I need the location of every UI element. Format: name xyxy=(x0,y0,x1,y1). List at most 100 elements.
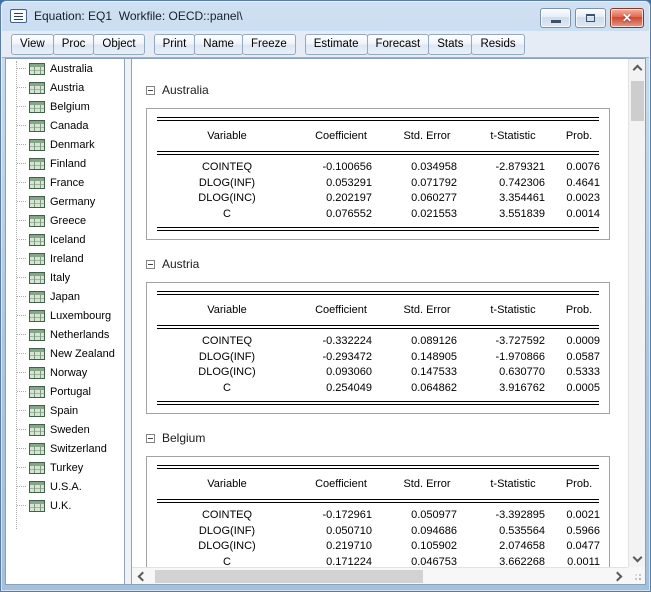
collapse-toggle-icon[interactable] xyxy=(146,259,155,269)
restore-button[interactable] xyxy=(575,8,606,28)
column-header: Prob. xyxy=(565,304,593,316)
toolbar-button-forecast[interactable]: Forecast xyxy=(366,33,430,55)
sidebar-item-netherlands[interactable]: Netherlands xyxy=(6,325,124,344)
scroll-left-icon[interactable] xyxy=(137,571,148,581)
vertical-scrollbar[interactable] xyxy=(628,59,645,567)
double-rule xyxy=(157,227,599,231)
column-header: Std. Error xyxy=(403,130,451,142)
sidebar-item-germany[interactable]: Germany xyxy=(6,192,124,211)
sidebar-item-new-zealand[interactable]: New Zealand xyxy=(6,344,124,363)
sidebar-item-greece[interactable]: Greece xyxy=(6,211,124,230)
toolbar-button-object[interactable]: Object xyxy=(93,33,145,55)
collapse-toggle-icon[interactable] xyxy=(146,433,155,443)
sidebar-item-belgium[interactable]: Belgium xyxy=(6,97,124,116)
tree-connector xyxy=(17,277,26,278)
value-cell: 0.050710 xyxy=(326,524,372,537)
scroll-right-icon[interactable] xyxy=(612,571,623,581)
sidebar-item-finland[interactable]: Finland xyxy=(6,154,124,173)
sidebar-item-france[interactable]: France xyxy=(6,173,124,192)
value-cell: 0.5966 xyxy=(566,524,600,537)
sidebar-item-australia[interactable]: Australia xyxy=(6,59,124,78)
client-area: Australia Austria Belgium Canada Denmark Finl… xyxy=(5,58,646,585)
resize-grip[interactable] xyxy=(628,567,645,584)
toolbar-button-resids[interactable]: Resids xyxy=(471,33,525,55)
column-header: t-Statistic xyxy=(490,304,536,316)
sidebar-item-switzerland[interactable]: Switzerland xyxy=(6,439,124,458)
sidebar-item-luxembourg[interactable]: Luxembourg xyxy=(6,306,124,325)
collapse-toggle-icon[interactable] xyxy=(146,85,155,95)
sidebar-item-italy[interactable]: Italy xyxy=(6,268,124,287)
toolbar-button-stats[interactable]: Stats xyxy=(428,33,473,55)
sidebar-item-ireland[interactable]: Ireland xyxy=(6,249,124,268)
horizontal-scrollbar[interactable] xyxy=(132,567,628,584)
value-cell: 0.0021 xyxy=(566,509,600,521)
sidebar-item-iceland[interactable]: Iceland xyxy=(6,230,124,249)
table-row: C 0.254049 0.064862 3.916762 0.0005 xyxy=(157,381,601,397)
tree-connector xyxy=(17,201,26,202)
value-cell: -1.970866 xyxy=(495,350,545,363)
double-rule xyxy=(157,151,599,155)
toolbar-button-name[interactable]: Name xyxy=(194,33,243,55)
tree-connector xyxy=(17,258,26,259)
close-button[interactable]: ✕ xyxy=(610,8,644,28)
series-table-icon xyxy=(29,214,45,227)
column-header: Variable xyxy=(207,478,247,490)
value-cell: 0.171224 xyxy=(326,555,372,568)
sidebar-item-denmark[interactable]: Denmark xyxy=(6,135,124,154)
toolbar-button-estimate[interactable]: Estimate xyxy=(304,33,368,55)
value-cell: 0.021553 xyxy=(411,207,457,220)
value-cell: 0.148905 xyxy=(411,350,457,363)
sidebar-item-japan[interactable]: Japan xyxy=(6,287,124,306)
toolbar-group: Estimate Forecast Stats Resids xyxy=(304,33,525,55)
sidebar-item-label: Luxembourg xyxy=(50,309,112,322)
value-cell: 2.074658 xyxy=(499,540,545,552)
tree-connector xyxy=(17,68,26,69)
variable-cell: DLOG(INC) xyxy=(198,540,256,552)
tree-connector xyxy=(17,220,26,221)
scroll-down-icon[interactable] xyxy=(632,552,642,563)
sidebar-item-sweden[interactable]: Sweden xyxy=(6,420,124,439)
value-cell: 0.060277 xyxy=(411,192,457,204)
sidebar-item-label: U.K. xyxy=(50,499,72,512)
sidebar-item-u-k[interactable]: U.K. xyxy=(6,496,124,515)
tree-connector xyxy=(17,315,26,316)
sidebar-item-portugal[interactable]: Portugal xyxy=(6,382,124,401)
value-cell: 3.551839 xyxy=(499,207,545,220)
sidebar-item-spain[interactable]: Spain xyxy=(6,401,124,420)
toolbar-button-freeze[interactable]: Freeze xyxy=(241,33,296,55)
value-cell: -0.100656 xyxy=(322,161,372,173)
sidebar-item-u-s-a[interactable]: U.S.A. xyxy=(6,477,124,496)
series-table-icon xyxy=(29,442,45,455)
sidebar-item-turkey[interactable]: Turkey xyxy=(6,458,124,477)
pane-splitter[interactable] xyxy=(124,59,132,584)
system-menu-icon[interactable] xyxy=(10,9,27,23)
toolbar-button-print[interactable]: Print xyxy=(153,33,196,55)
sidebar-item-austria[interactable]: Austria xyxy=(6,78,124,97)
toolbar-button-view[interactable]: View xyxy=(11,33,54,55)
vertical-scroll-thumb[interactable] xyxy=(630,81,644,121)
value-cell: 0.076552 xyxy=(326,207,372,220)
series-table-icon xyxy=(29,461,45,474)
series-table-icon xyxy=(29,119,45,132)
variable-cell: DLOG(INF) xyxy=(198,350,256,363)
sidebar-item-label: France xyxy=(50,176,85,189)
series-table-icon xyxy=(29,423,45,436)
series-table-icon xyxy=(29,290,45,303)
sidebar-item-canada[interactable]: Canada xyxy=(6,116,124,135)
double-rule xyxy=(157,325,599,329)
minimize-button[interactable] xyxy=(540,8,571,28)
value-cell: 0.0005 xyxy=(566,381,600,394)
variable-cell: C xyxy=(223,381,231,394)
value-cell: 0.050977 xyxy=(411,509,457,521)
horizontal-scroll-thumb[interactable] xyxy=(155,569,423,583)
series-table-icon xyxy=(29,499,45,512)
sidebar-item-label: U.S.A. xyxy=(50,480,82,493)
toolbar-button-proc[interactable]: Proc xyxy=(52,33,95,55)
sidebar-item-norway[interactable]: Norway xyxy=(6,363,124,382)
scroll-up-icon[interactable] xyxy=(632,64,642,75)
tree-connector xyxy=(17,334,26,335)
tree-connector xyxy=(17,410,26,411)
sidebar-item-label: Switzerland xyxy=(50,442,107,455)
series-table-icon xyxy=(29,81,45,94)
series-table-icon xyxy=(29,176,45,189)
